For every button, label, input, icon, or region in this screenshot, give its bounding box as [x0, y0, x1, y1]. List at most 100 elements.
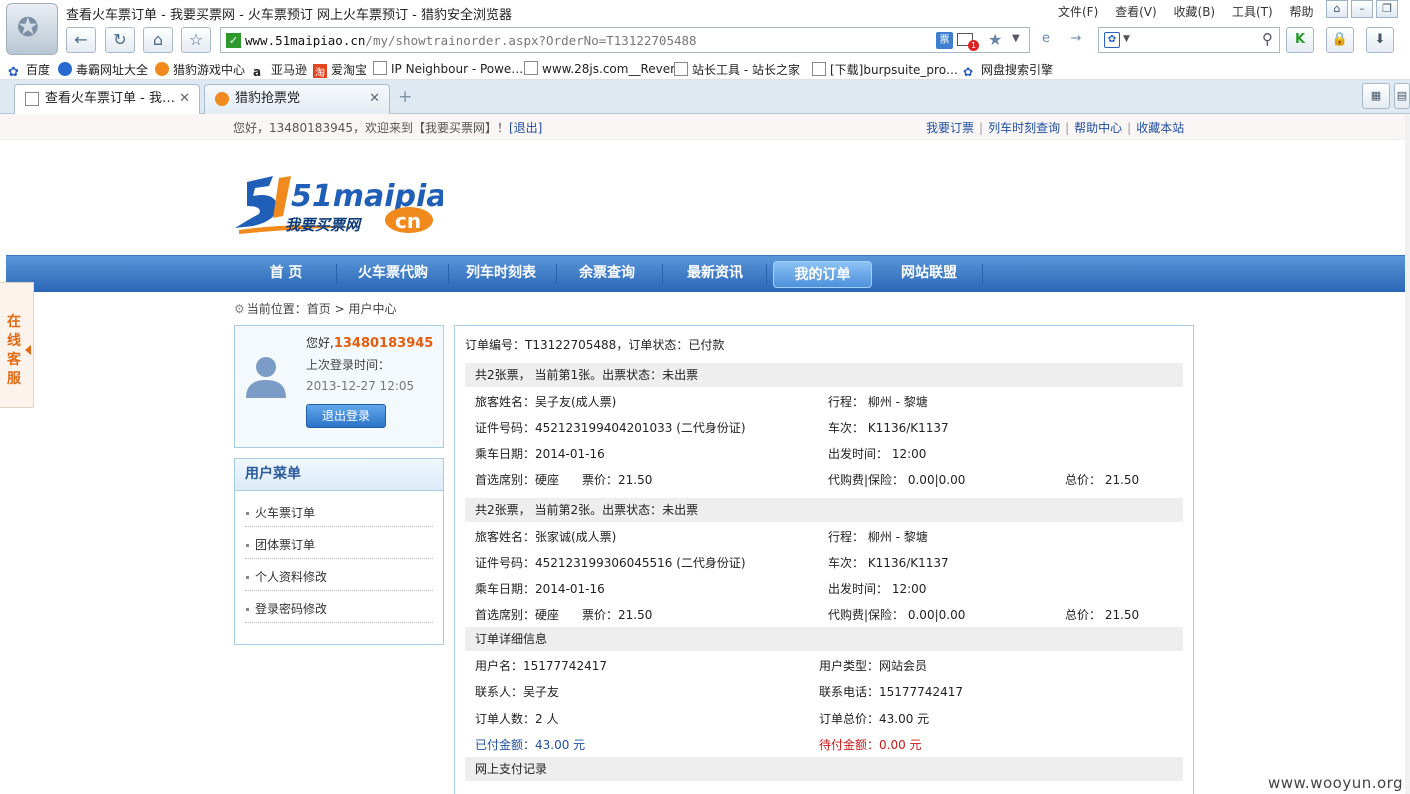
taobao-icon: 淘: [313, 64, 327, 79]
nav-my-orders[interactable]: 我的订单: [773, 261, 872, 288]
logout-link[interactable]: [退出]: [509, 121, 542, 135]
tab-grid-icon[interactable]: ▦: [1362, 83, 1390, 109]
page-icon: [373, 61, 387, 75]
seat-class: 首选席别：硬座: [475, 473, 560, 487]
site-logo[interactable]: 51maipiao 我要买票网 cn: [233, 172, 467, 238]
menu-file[interactable]: 文件(F): [1058, 5, 1098, 19]
svg-text:cn: cn: [395, 209, 421, 233]
departure-time: 出发时间： 12:00: [828, 447, 927, 461]
fav-duba[interactable]: 毒霸网址大全: [58, 61, 148, 78]
menu-favorites[interactable]: 收藏(B): [1174, 5, 1216, 19]
download-icon[interactable]: ⬇: [1366, 27, 1394, 53]
link-help[interactable]: 帮助中心: [1074, 121, 1122, 135]
lock-icon[interactable]: 🔒: [1326, 27, 1354, 53]
fav-28js[interactable]: www.28js.com__Rever…: [524, 61, 687, 76]
top-links: 我要订票 | 列车时刻查询 | 帮助中心 | 收藏本站: [926, 121, 1185, 135]
kingsoft-k-icon[interactable]: K: [1286, 27, 1314, 53]
nav-home[interactable]: 首 页: [250, 256, 322, 293]
favorite-star-icon[interactable]: ★: [988, 30, 1002, 49]
menu-train-orders[interactable]: 火车票订单: [245, 495, 433, 527]
online-service-tab[interactable]: 在线客服: [0, 282, 34, 408]
nav-remaining-tickets[interactable]: 余票查询: [564, 256, 650, 293]
back-icon[interactable]: ←: [66, 27, 96, 53]
page-icon: [524, 61, 538, 75]
fav-chinaz[interactable]: 站长工具 - 站长之家: [674, 61, 800, 78]
link-bookmark-site[interactable]: 收藏本站: [1136, 121, 1184, 135]
menu-view[interactable]: 查看(V): [1115, 5, 1157, 19]
tab-menu-icon[interactable]: ▤: [1394, 83, 1410, 109]
cheetah-icon: [215, 92, 229, 106]
dropdown-arrow-icon[interactable]: ▼: [1012, 33, 1020, 44]
nav-timetable[interactable]: 列车时刻表: [456, 256, 546, 293]
fav-baidu[interactable]: ✿ 百度: [8, 61, 50, 80]
tab-cheetah-tickets[interactable]: 猎豹抢票党 ✕: [204, 84, 390, 114]
nav-divider: [336, 264, 337, 284]
contact-person: 联系人：吴子友: [475, 685, 560, 699]
search-engine-dropdown-icon[interactable]: ▼: [1123, 34, 1130, 44]
page-icon: [25, 92, 39, 106]
nav-divider: [662, 264, 663, 284]
breadcrumb-home[interactable]: 当前位置：首页: [247, 302, 331, 316]
refresh-icon[interactable]: ↻: [105, 27, 135, 53]
amazon-icon: a: [253, 65, 262, 79]
forward-icon[interactable]: →: [1062, 27, 1090, 53]
welcome-text: 您好，13480183945，欢迎来到【我要买票网】！[退出]: [233, 121, 543, 135]
user-menu: 用户菜单 火车票订单 团体票订单 个人资料修改 登录密码修改: [234, 458, 444, 645]
home-icon[interactable]: ⌂: [143, 27, 173, 53]
nav-affiliate[interactable]: 网站联盟: [884, 256, 974, 293]
new-tab-button[interactable]: +: [398, 87, 412, 107]
fav-ip-neighbour[interactable]: IP Neighbour - Powe…: [373, 61, 523, 76]
search-icon[interactable]: ⚲: [1262, 30, 1273, 48]
menu-change-password[interactable]: 登录密码修改: [245, 591, 433, 623]
id-number: 证件号码：452123199306045516 (二代身份证): [475, 556, 746, 570]
ie-icon[interactable]: e: [1032, 27, 1060, 53]
fav-pan-search[interactable]: ✿ 网盘搜索引擎: [963, 61, 1053, 79]
menu-edit-profile[interactable]: 个人资料修改: [245, 559, 433, 591]
train-number: 车次： K1136/K1137: [828, 556, 949, 570]
tab-order[interactable]: 查看火车票订单 - 我… ✕: [14, 84, 200, 115]
ticket-icon[interactable]: 票: [936, 32, 953, 49]
user-greeting: 您好,13480183945: [306, 336, 434, 351]
search-box[interactable]: ✿ ▼ ⚲: [1098, 27, 1280, 53]
page-scrollbar[interactable]: [1405, 114, 1410, 794]
menu-group-orders[interactable]: 团体票订单: [245, 527, 433, 559]
nav-divider: [448, 264, 449, 284]
bookmark-star-icon[interactable]: ☆: [181, 27, 211, 53]
fav-taobao[interactable]: 淘爱淘宝: [313, 61, 367, 79]
tab-bar: 查看火车票订单 - 我… ✕ 猎豹抢票党 ✕ + ▦ ▤: [0, 80, 1410, 115]
paw-icon: ✿: [963, 65, 974, 79]
train-number: 车次： K1136/K1137: [828, 421, 949, 435]
close-icon[interactable]: ✕: [369, 85, 380, 113]
user-menu-title: 用户菜单: [235, 459, 443, 491]
nav-train-ticket-proxy[interactable]: 火车票代购: [348, 256, 438, 293]
link-book-ticket[interactable]: 我要订票: [926, 121, 974, 135]
address-bar[interactable]: ✓ www.51maipiao.cn/my/showtrainorder.asp…: [220, 27, 1030, 53]
restore-icon[interactable]: ❐: [1376, 0, 1398, 18]
main-nav: 首 页 火车票代购 列车时刻表 余票查询 最新资讯 我的订单 网站联盟: [6, 255, 1406, 292]
nav-news[interactable]: 最新资讯: [670, 256, 760, 293]
tab-label: 查看火车票订单 - 我…: [45, 91, 175, 106]
menu-tools[interactable]: 工具(T): [1232, 5, 1273, 19]
ticket-total: 总价： 21.50: [1065, 608, 1140, 622]
ticket-price: 票价：21.50: [582, 473, 653, 487]
minimize-icon[interactable]: –: [1351, 0, 1373, 18]
avatar-icon: [246, 357, 286, 398]
skin-icon[interactable]: ⌂: [1326, 0, 1348, 18]
expand-arrow-icon: [25, 345, 31, 355]
address-url[interactable]: www.51maipiao.cn/my/showtrainorder.aspx?…: [245, 33, 697, 48]
logout-button[interactable]: 退出登录: [306, 404, 386, 428]
fav-cheetah-games[interactable]: 猎豹游戏中心: [155, 61, 245, 78]
username: 13480183945: [333, 336, 434, 351]
page-icon: [674, 62, 688, 76]
close-icon[interactable]: ✕: [179, 85, 190, 113]
menu-bar: 文件(F) 查看(V) 收藏(B) 工具(T) 帮助: [1058, 3, 1327, 20]
nav-divider: [556, 264, 557, 284]
fav-burpsuite[interactable]: [下载]burpsuite_pro…: [812, 61, 958, 78]
cheetah-icon: [155, 62, 169, 76]
service-fee: 代购费|保险： 0.00|0.00: [828, 473, 966, 487]
menu-help[interactable]: 帮助: [1289, 5, 1313, 19]
fav-amazon[interactable]: a 亚马逊: [253, 61, 307, 79]
search-engine-icon[interactable]: ✿: [1104, 32, 1120, 48]
order-username: 用户名：15177742417: [475, 659, 607, 673]
link-timetable[interactable]: 列车时刻查询: [988, 121, 1060, 135]
